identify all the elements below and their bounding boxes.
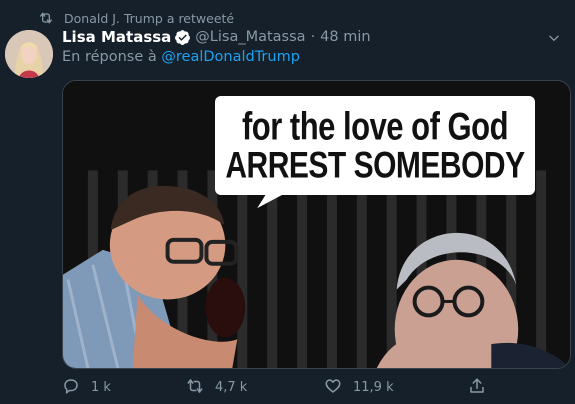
share-button[interactable] — [468, 376, 497, 398]
retweet-button[interactable]: 4,7 k — [186, 376, 247, 398]
reply-icon — [62, 377, 82, 397]
reply-count: 1 k — [91, 379, 111, 395]
reply-button[interactable]: 1 k — [62, 376, 111, 398]
reply-context: En réponse à @realDonaldTrump — [62, 49, 300, 65]
reply-mention-link[interactable]: @realDonaldTrump — [161, 49, 300, 65]
verified-badge-icon — [174, 29, 191, 46]
profile-avatar-image — [5, 30, 53, 78]
author-display-name[interactable]: Lisa Matassa — [62, 28, 171, 46]
meme-caption-line-2: ARREST SOMEBODY — [225, 144, 525, 186]
retweet-count: 4,7 k — [215, 379, 248, 395]
heart-icon — [324, 377, 344, 397]
reply-prefix: En réponse à — [62, 49, 157, 65]
avatar[interactable] — [5, 30, 53, 78]
author-handle[interactable]: @Lisa_Matassa — [195, 29, 305, 45]
retweet-icon — [38, 11, 56, 25]
tweet-header: Lisa Matassa @Lisa_Matassa · 48 min — [62, 26, 371, 48]
like-button[interactable]: 11,9 k — [324, 376, 394, 398]
share-icon — [468, 377, 488, 397]
tweet-actions: 1 k 4,7 k 11,9 k — [62, 376, 492, 398]
tweet-media-image[interactable]: for the love of God ARREST SOMEBODY — [62, 80, 571, 369]
meme-caption-line-1: for the love of God — [241, 104, 509, 148]
tweet-timestamp[interactable]: 48 min — [320, 29, 370, 45]
speech-bubble: for the love of God ARREST SOMEBODY — [215, 96, 535, 195]
retweet-icon — [186, 377, 206, 397]
retweet-context[interactable]: Donald J. Trump a retweeté — [38, 9, 234, 27]
retweet-context-text: Donald J. Trump a retweeté — [64, 10, 235, 26]
like-count: 11,9 k — [353, 379, 394, 395]
chevron-down-icon[interactable] — [547, 30, 563, 44]
separator-dot: · — [310, 29, 316, 45]
